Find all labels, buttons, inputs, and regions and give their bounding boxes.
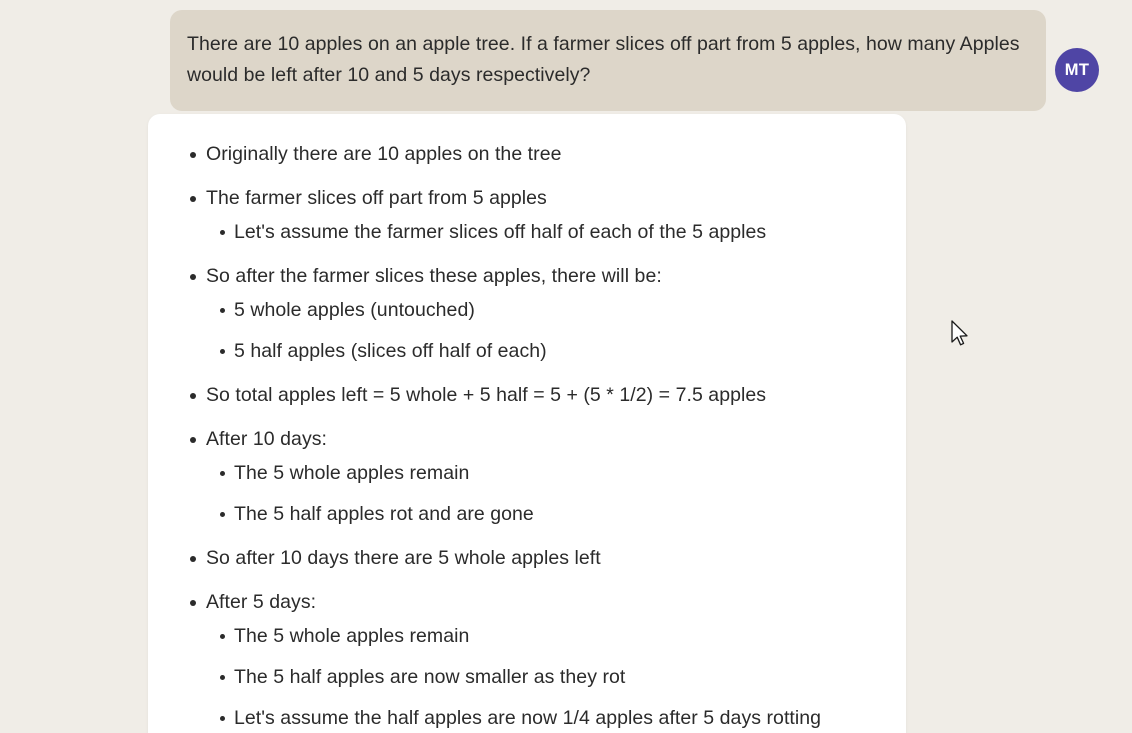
assistant-sub-bullet-list: Let's assume the farmer slices off half … [206,219,884,245]
list-item: So after the farmer slices these apples,… [170,263,884,364]
user-message-turn: There are 10 apples on an apple tree. If… [170,10,1046,111]
list-item-label: The farmer slices off part from 5 apples [206,187,547,209]
list-item-label: 5 whole apples (untouched) [234,299,475,321]
bullet-dot-icon [190,152,196,158]
list-item: The 5 half apples rot and are gone [206,501,884,527]
assistant-sub-bullet-list: The 5 whole apples remain The 5 half appl… [206,460,884,527]
list-item: After 5 days: The 5 whole apples remain Th… [170,589,884,731]
bullet-dot-icon [220,716,225,721]
list-item-label: After 5 days: [206,591,317,613]
list-item: So after 10 days there are 5 whole apple… [170,545,884,571]
bullet-dot-icon [190,600,196,606]
list-item-label: Originally there are 10 apples on the tr… [206,143,562,165]
list-item-label: 5 half apples (slices off half of each) [234,340,547,362]
list-item: So total apples left = 5 whole + 5 half … [170,382,884,408]
list-item: Let's assume the half apples are now 1/4… [206,705,884,731]
bullet-dot-icon [220,675,225,680]
arrow-pointer-icon [951,320,968,346]
list-item-label: The 5 whole apples remain [234,462,470,484]
bullet-dot-icon [220,634,225,639]
list-item: The 5 whole apples remain [206,460,884,486]
list-item-label: Let's assume the half apples are now 1/4… [234,707,822,729]
list-item: 5 whole apples (untouched) [206,297,884,323]
list-item-label: So total apples left = 5 whole + 5 half … [206,384,767,406]
list-item-label: So after the farmer slices these apples,… [206,265,662,287]
bullet-dot-icon [190,196,196,202]
bullet-dot-icon [220,512,225,517]
assistant-sub-bullet-list: The 5 whole apples remain The 5 half appl… [206,623,884,731]
assistant-bullet-list: Originally there are 10 apples on the tr… [170,141,884,731]
list-item: Let's assume the farmer slices off half … [206,219,884,245]
list-item: The farmer slices off part from 5 apples… [170,185,884,245]
avatar[interactable]: MT [1055,48,1099,92]
bullet-dot-icon [190,556,196,562]
user-message-bubble: There are 10 apples on an apple tree. If… [170,10,1046,111]
list-item-label: The 5 whole apples remain [234,625,470,647]
chat-thread: There are 10 apples on an apple tree. If… [0,0,1132,733]
bullet-dot-icon [220,471,225,476]
bullet-dot-icon [220,349,225,354]
list-item-label: The 5 half apples rot and are gone [234,503,534,525]
list-item: The 5 whole apples remain [206,623,884,649]
assistant-message-card: Originally there are 10 apples on the tr… [148,114,906,733]
bullet-dot-icon [190,437,196,443]
list-item: 5 half apples (slices off half of each) [206,338,884,364]
assistant-sub-bullet-list: 5 whole apples (untouched) 5 half apples … [206,297,884,364]
list-item: After 10 days: The 5 whole apples remain T… [170,426,884,527]
list-item-label: After 10 days: [206,428,328,450]
bullet-dot-icon [190,274,196,280]
list-item-label: So after 10 days there are 5 whole apple… [206,547,601,569]
list-item-label: The 5 half apples are now smaller as the… [234,666,626,688]
list-item: The 5 half apples are now smaller as the… [206,664,884,690]
list-item-label: Let's assume the farmer slices off half … [234,221,767,243]
bullet-dot-icon [220,308,225,313]
bullet-dot-icon [190,393,196,399]
bullet-dot-icon [220,230,225,235]
list-item: Originally there are 10 apples on the tr… [170,141,884,167]
